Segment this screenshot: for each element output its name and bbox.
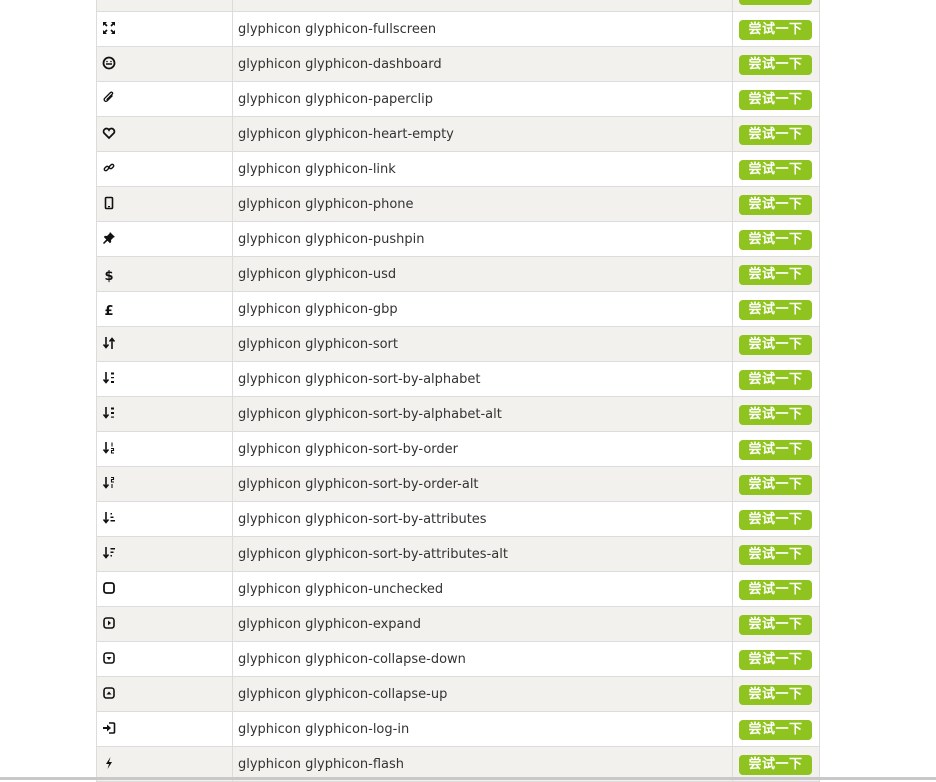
class-name-cell: glyphicon glyphicon-pushpin [232, 221, 733, 257]
try-button[interactable]: 尝试一下 [739, 720, 812, 740]
class-name-cell: glyphicon glyphicon-expand [232, 606, 733, 642]
try-button[interactable]: 尝试一下 [739, 195, 812, 215]
try-button[interactable]: 尝试一下 [739, 685, 812, 705]
table-row: glyphicon glyphicon-sort-by-attributes-a… [96, 536, 820, 572]
table-row: glyphicon glyphicon-fullscreen 尝试一下 [96, 11, 820, 47]
log-in-icon [102, 721, 116, 735]
glyphicon-table-container: 尝试一下 glyphicon glyphicon-fullscreen 尝试一下… [96, 0, 820, 782]
glyphicon-table: 尝试一下 glyphicon glyphicon-fullscreen 尝试一下… [96, 0, 820, 782]
table-row: glyphicon glyphicon-dashboard 尝试一下 [96, 46, 820, 82]
table-row: glyphicon glyphicon-collapse-down 尝试一下 [96, 641, 820, 677]
try-button[interactable]: 尝试一下 [739, 615, 812, 635]
try-button[interactable]: 尝试一下 [739, 160, 812, 180]
class-name-cell: glyphicon glyphicon-sort-by-attributes-a… [232, 536, 733, 572]
table-row: £ glyphicon glyphicon-gbp 尝试一下 [96, 291, 820, 327]
collapse-up-icon [102, 686, 116, 700]
try-button[interactable]: 尝试一下 [739, 90, 812, 110]
table-row: glyphicon glyphicon-phone 尝试一下 [96, 186, 820, 222]
table-row: glyphicon glyphicon-collapse-up 尝试一下 [96, 676, 820, 712]
try-button[interactable]: 尝试一下 [739, 755, 812, 775]
pushpin-icon [102, 231, 116, 245]
class-name-cell: glyphicon glyphicon-sort [232, 326, 733, 362]
table-row: glyphicon glyphicon-sort-by-alphabet-alt… [96, 396, 820, 432]
try-button[interactable]: 尝试一下 [739, 335, 812, 355]
class-name-cell: glyphicon glyphicon-sort-by-alphabet-alt [232, 396, 733, 432]
paperclip-icon [102, 91, 116, 105]
sort-by-order-icon [102, 441, 116, 455]
link-icon [102, 161, 116, 175]
table-row: glyphicon glyphicon-unchecked 尝试一下 [96, 571, 820, 607]
table-row: glyphicon glyphicon-sort-by-order-alt 尝试… [96, 466, 820, 502]
table-row: glyphicon glyphicon-link 尝试一下 [96, 151, 820, 187]
class-name-cell: glyphicon glyphicon-heart-empty [232, 116, 733, 152]
class-name-cell: glyphicon glyphicon-phone [232, 186, 733, 222]
class-name-cell: glyphicon glyphicon-collapse-down [232, 641, 733, 677]
gbp-icon: £ [104, 303, 114, 319]
table-row: $ glyphicon glyphicon-usd 尝试一下 [96, 256, 820, 292]
class-name-cell: glyphicon glyphicon-sort-by-order [232, 431, 733, 467]
table-row: glyphicon glyphicon-sort-by-attributes 尝… [96, 501, 820, 537]
try-button[interactable]: 尝试一下 [739, 650, 812, 670]
sort-icon [102, 336, 116, 350]
try-button[interactable]: 尝试一下 [739, 405, 812, 425]
expand-icon [102, 616, 116, 630]
dashboard-icon [102, 56, 116, 70]
fullscreen-icon [102, 21, 116, 35]
class-name-cell: glyphicon glyphicon-usd [232, 256, 733, 292]
class-name-cell: glyphicon glyphicon-link [232, 151, 733, 187]
try-button[interactable]: 尝试一下 [739, 125, 812, 145]
phone-icon [102, 196, 116, 210]
try-button[interactable]: 尝试一下 [739, 0, 812, 5]
class-name-cell: glyphicon glyphicon-fullscreen [232, 11, 733, 47]
collapse-down-icon [102, 651, 116, 665]
table-row: glyphicon glyphicon-pushpin 尝试一下 [96, 221, 820, 257]
try-button[interactable]: 尝试一下 [739, 370, 812, 390]
sort-by-order-alt-icon [102, 476, 116, 490]
table-row: 尝试一下 [96, 0, 820, 12]
sort-by-alphabet-alt-icon [102, 406, 116, 420]
try-button[interactable]: 尝试一下 [739, 230, 812, 250]
class-name-cell: glyphicon glyphicon-log-in [232, 711, 733, 747]
try-button[interactable]: 尝试一下 [739, 580, 812, 600]
table-row: glyphicon glyphicon-heart-empty 尝试一下 [96, 116, 820, 152]
try-button[interactable]: 尝试一下 [739, 265, 812, 285]
table-row: glyphicon glyphicon-sort-by-order 尝试一下 [96, 431, 820, 467]
try-button[interactable]: 尝试一下 [739, 475, 812, 495]
usd-icon: $ [104, 268, 114, 284]
try-button[interactable]: 尝试一下 [739, 510, 812, 530]
class-name-cell: glyphicon glyphicon-collapse-up [232, 676, 733, 712]
sort-by-attributes-icon [102, 511, 116, 525]
table-row: glyphicon glyphicon-sort-by-alphabet 尝试一… [96, 361, 820, 397]
table-row: glyphicon glyphicon-paperclip 尝试一下 [96, 81, 820, 117]
class-name-cell: glyphicon glyphicon-dashboard [232, 46, 733, 82]
unchecked-icon [102, 581, 116, 595]
class-name-cell [232, 0, 733, 12]
table-row: glyphicon glyphicon-log-in 尝试一下 [96, 711, 820, 747]
class-name-cell: glyphicon glyphicon-unchecked [232, 571, 733, 607]
try-button[interactable]: 尝试一下 [739, 300, 812, 320]
try-button[interactable]: 尝试一下 [739, 440, 812, 460]
sort-by-attributes-alt-icon [102, 546, 116, 560]
sort-by-alphabet-icon [102, 371, 116, 385]
class-name-cell: glyphicon glyphicon-sort-by-attributes [232, 501, 733, 537]
try-button[interactable]: 尝试一下 [739, 20, 812, 40]
class-name-cell: glyphicon glyphicon-sort-by-alphabet [232, 361, 733, 397]
heart-empty-icon [102, 126, 116, 140]
try-button[interactable]: 尝试一下 [739, 55, 812, 75]
try-button[interactable]: 尝试一下 [739, 545, 812, 565]
flash-icon [102, 756, 116, 770]
class-name-cell: glyphicon glyphicon-paperclip [232, 81, 733, 117]
table-row: glyphicon glyphicon-sort 尝试一下 [96, 326, 820, 362]
table-row: glyphicon glyphicon-expand 尝试一下 [96, 606, 820, 642]
class-name-cell: glyphicon glyphicon-gbp [232, 291, 733, 327]
class-name-cell: glyphicon glyphicon-sort-by-order-alt [232, 466, 733, 502]
